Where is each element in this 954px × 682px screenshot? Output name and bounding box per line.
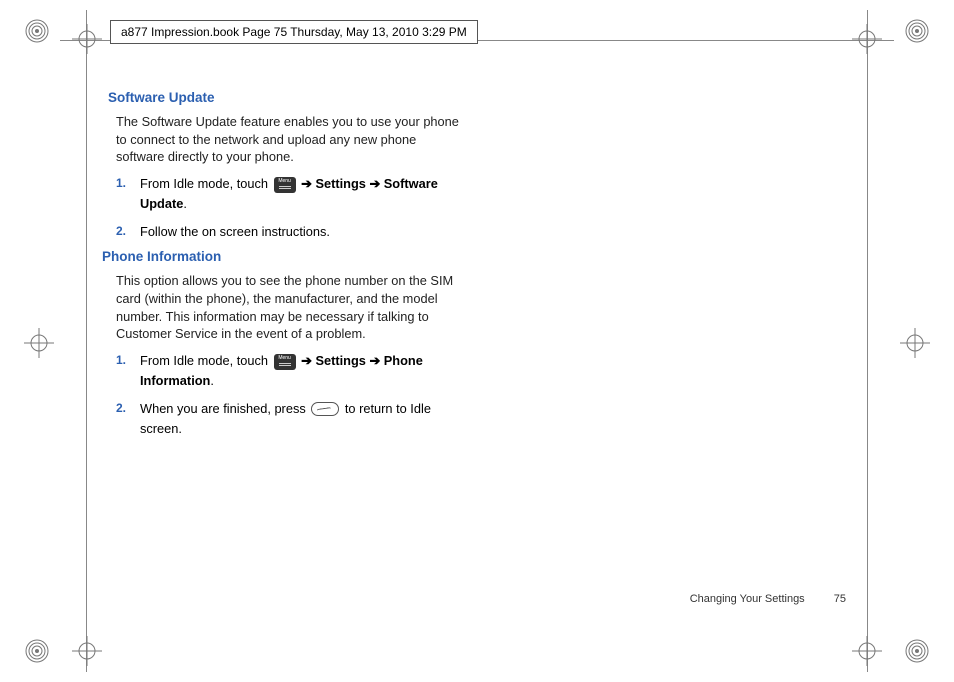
registration-mark-icon	[24, 638, 50, 664]
registration-mark-icon	[904, 18, 930, 44]
step-text: When you are finished, press	[140, 401, 309, 416]
step-text: Follow the on screen instructions.	[140, 224, 330, 239]
crosshair-icon	[900, 328, 930, 358]
phone-information-intro: This option allows you to see the phone …	[116, 272, 468, 343]
section-heading-phone-information: Phone Information	[102, 249, 468, 264]
step-number: 1.	[116, 351, 126, 370]
crosshair-icon	[852, 24, 882, 54]
path-settings: Settings	[315, 353, 365, 368]
menu-key-icon: Menu	[274, 354, 296, 370]
registration-mark-icon	[24, 18, 50, 44]
list-item: 2. Follow the on screen instructions.	[112, 222, 468, 242]
crosshair-icon	[72, 636, 102, 666]
period: .	[210, 373, 214, 388]
chapter-name: Changing Your Settings	[690, 593, 805, 605]
arrow-icon: ➔	[301, 176, 315, 191]
crosshair-icon	[72, 24, 102, 54]
page-footer: Changing Your Settings 75	[690, 593, 846, 605]
list-item: 2. When you are finished, press to retur…	[112, 399, 468, 439]
period: .	[183, 196, 187, 211]
page-content: Software Update The Software Update feat…	[108, 90, 468, 446]
step-text: From Idle mode, touch	[140, 353, 272, 368]
menu-key-icon: Menu	[274, 177, 296, 193]
registration-mark-icon	[904, 638, 930, 664]
software-update-intro: The Software Update feature enables you …	[116, 113, 468, 166]
list-item: 1. From Idle mode, touch Menu ➔ Settings…	[112, 174, 468, 214]
crosshair-icon	[24, 328, 54, 358]
list-item: 1. From Idle mode, touch Menu ➔ Settings…	[112, 351, 468, 391]
step-number: 1.	[116, 174, 126, 193]
step-number: 2.	[116, 222, 126, 241]
step-text: From Idle mode, touch	[140, 176, 272, 191]
path-settings: Settings	[315, 176, 365, 191]
end-key-icon	[311, 402, 339, 416]
crop-line-left	[86, 10, 87, 672]
arrow-icon: ➔	[369, 353, 383, 368]
running-header: a877 Impression.book Page 75 Thursday, M…	[110, 20, 478, 44]
crosshair-icon	[852, 636, 882, 666]
section-heading-software-update: Software Update	[108, 90, 468, 105]
crop-line-right	[867, 10, 868, 672]
page-number: 75	[834, 593, 846, 605]
arrow-icon: ➔	[369, 176, 383, 191]
arrow-icon: ➔	[301, 353, 315, 368]
step-number: 2.	[116, 399, 126, 418]
